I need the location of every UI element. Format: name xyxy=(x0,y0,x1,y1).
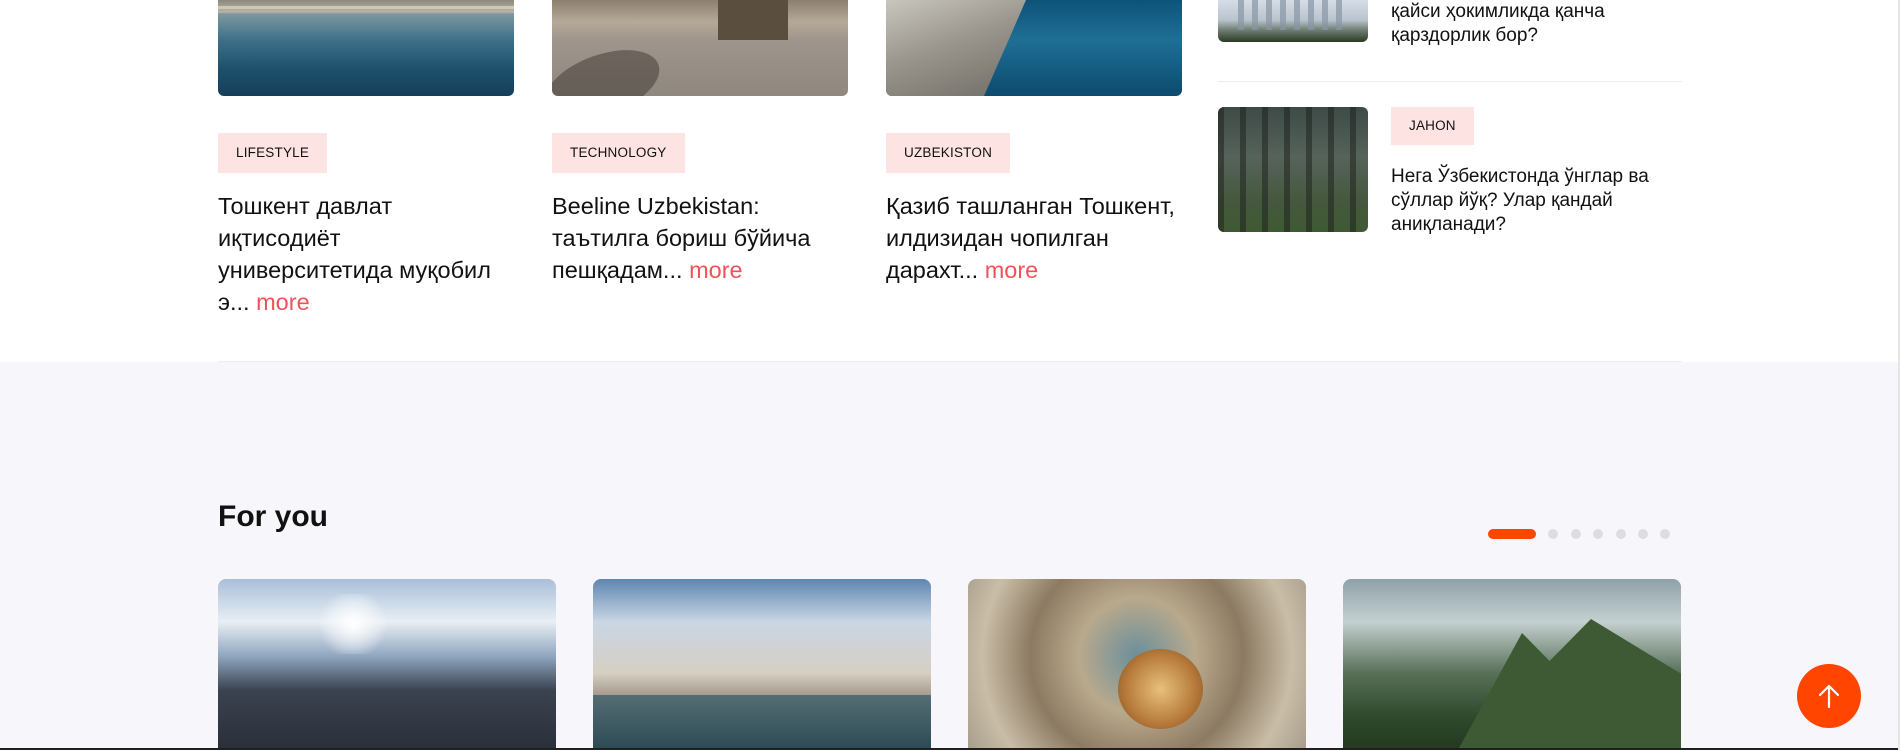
side-news-image[interactable] xyxy=(1218,107,1368,232)
section-title: For you xyxy=(218,500,328,533)
side-news-title[interactable]: Нега Ўзбекистонда ўнглар ва сўллар йўқ? … xyxy=(1391,165,1681,237)
pagination-dot[interactable] xyxy=(1571,529,1581,539)
for-you-card-image[interactable] xyxy=(218,579,556,750)
news-card-headline[interactable]: Қазиб ташланган Тошкент, илдизидан чопил… xyxy=(886,190,1186,286)
headline-text[interactable]: Beeline Uzbekistan: таътилга бориш бўйич… xyxy=(552,193,810,283)
category-tag[interactable]: TECHNOLOGY xyxy=(552,133,685,173)
scroll-to-top-button[interactable] xyxy=(1797,664,1861,728)
news-card-headline[interactable]: Beeline Uzbekistan: таътилга бориш бўйич… xyxy=(552,190,848,286)
arrow-up-icon xyxy=(1818,684,1840,709)
category-tag[interactable]: JAHON xyxy=(1391,107,1474,145)
pagination-dot[interactable] xyxy=(1638,529,1648,539)
news-card[interactable] xyxy=(886,0,1182,96)
for-you-card-image[interactable] xyxy=(1343,579,1681,750)
pagination-dot[interactable] xyxy=(1593,529,1603,539)
news-card-image[interactable] xyxy=(218,0,514,96)
news-card-image[interactable] xyxy=(552,0,848,96)
carousel-pagination xyxy=(1488,528,1678,540)
pagination-dot[interactable] xyxy=(1616,529,1626,539)
news-card-headline[interactable]: Тошкент давлат иқтисодиёт университетида… xyxy=(218,190,514,318)
more-link[interactable]: more xyxy=(689,257,743,283)
news-card-image[interactable] xyxy=(886,0,1182,96)
side-news-title[interactable]: қайси ҳокимликда қанча қарздорлик бор? xyxy=(1391,0,1681,48)
for-you-card-image[interactable] xyxy=(968,579,1306,750)
top-news-section: LIFESTYLE Тошкент давлат иқтисодиёт унив… xyxy=(0,0,1900,362)
pagination-dot[interactable] xyxy=(1660,529,1670,539)
news-card[interactable] xyxy=(218,0,514,96)
for-you-card-image[interactable] xyxy=(593,579,931,750)
news-card[interactable] xyxy=(552,0,848,96)
pagination-dot-active[interactable] xyxy=(1488,529,1536,539)
more-link[interactable]: more xyxy=(985,257,1039,283)
more-link[interactable]: more xyxy=(256,289,310,315)
category-tag[interactable]: UZBEKISTON xyxy=(886,133,1011,173)
divider xyxy=(1218,81,1682,82)
pagination-dot[interactable] xyxy=(1548,529,1558,539)
category-tag[interactable]: LIFESTYLE xyxy=(218,133,328,173)
side-news-image[interactable] xyxy=(1218,0,1368,42)
